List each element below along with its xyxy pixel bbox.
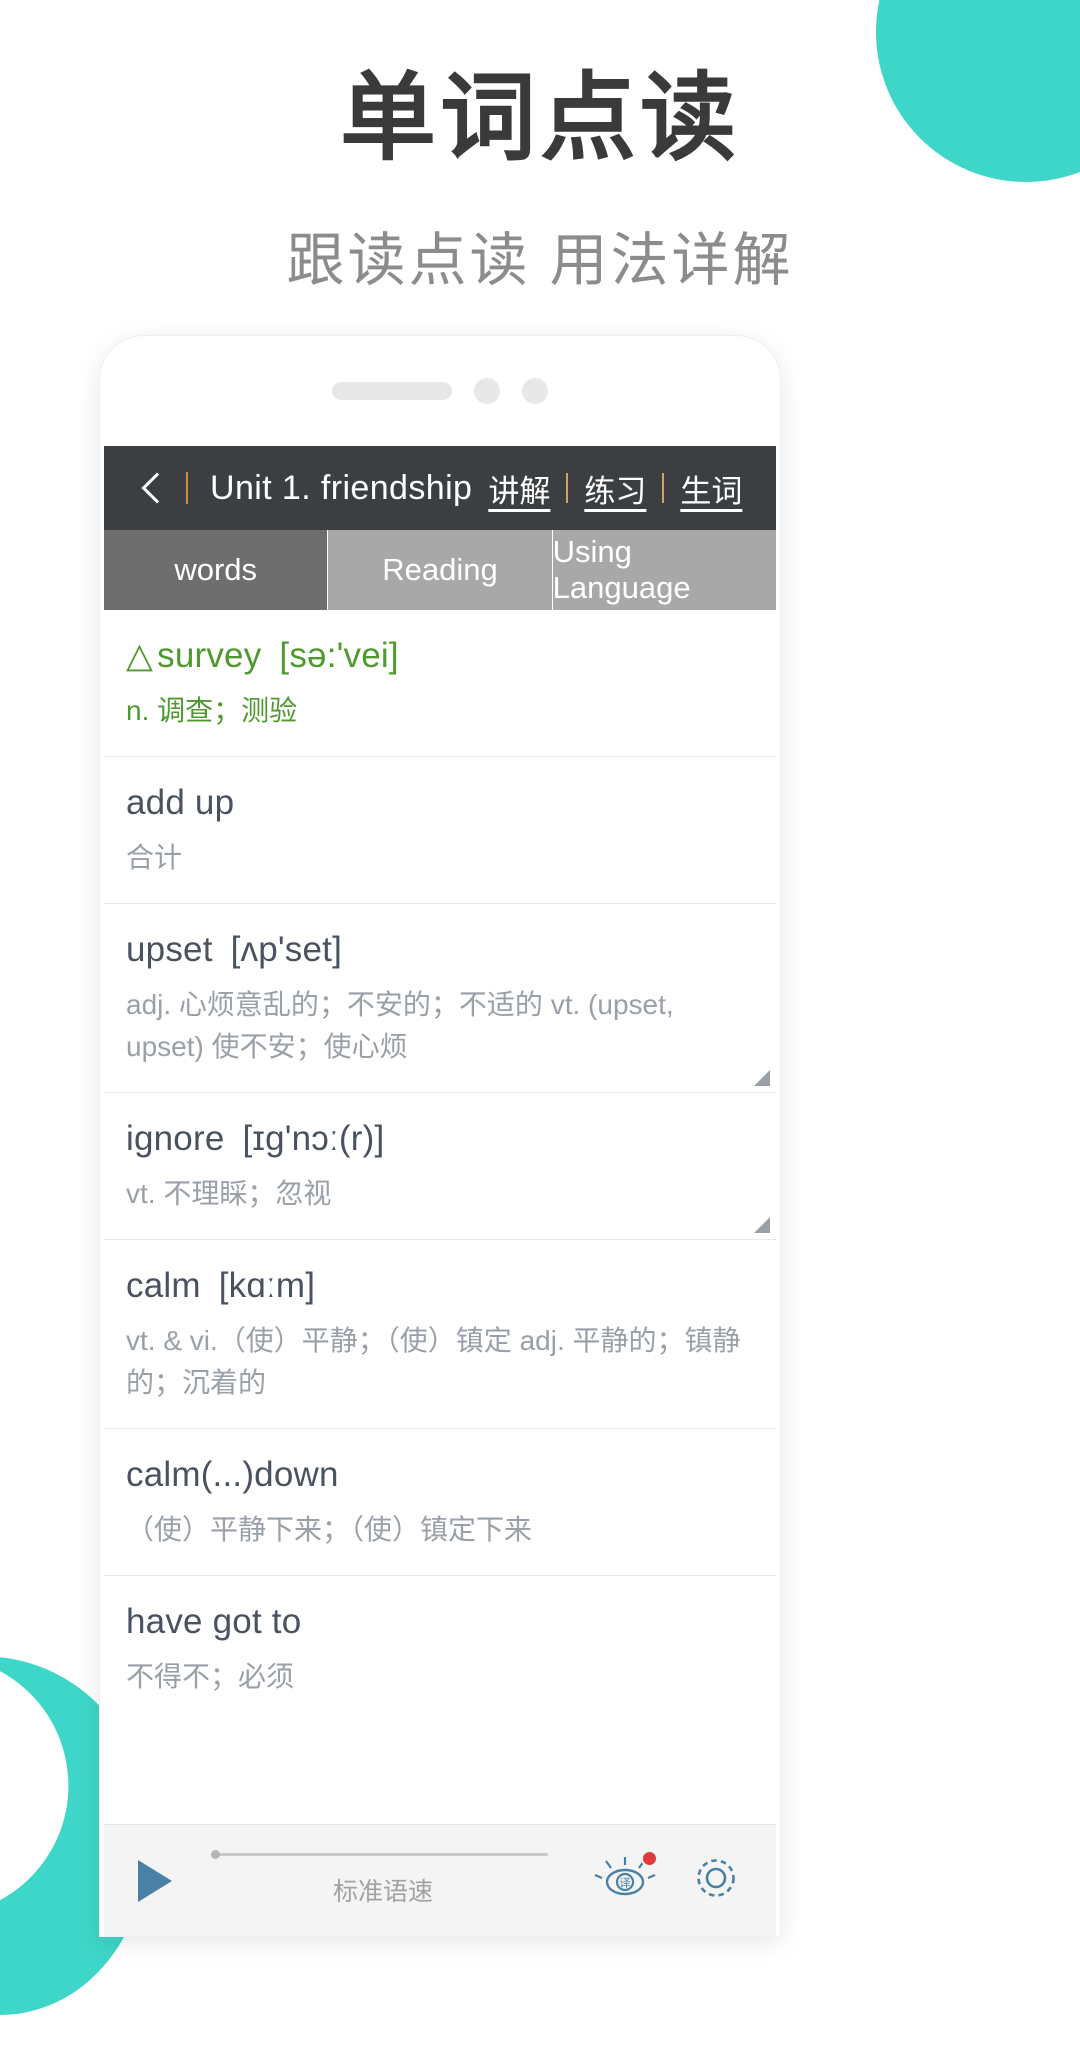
page-title: 单词点读 xyxy=(340,65,740,172)
word-term: survey xyxy=(157,636,262,675)
word-headline: have got to xyxy=(126,1602,754,1642)
expand-corner-icon[interactable] xyxy=(754,1070,770,1086)
tab-bar: words Reading Using Language xyxy=(104,530,776,610)
unit-title: Unit 1. friendship xyxy=(210,468,473,507)
word-definition: adj. 心烦意乱的；不安的；不适的 vt. (upset, upset) 使不… xyxy=(126,989,674,1062)
header-link-lianxi[interactable]: 练习 xyxy=(568,466,662,511)
phone-mockup: Unit 1. friendship 讲解 练习 生词 words Readin… xyxy=(100,336,780,1936)
word-definition: （使）平静下来；（使）镇定下来 xyxy=(126,1514,533,1545)
promo-headings: 单词点读 跟读点读 用法详解 xyxy=(0,0,1080,297)
gear-glyph xyxy=(697,1859,735,1897)
word-list[interactable]: △ survey [sə:'vei] n. 调查；测验 add up 合计 upse… xyxy=(104,610,776,1936)
word-phonetic: [ɪg'nɔː(r)] xyxy=(242,1119,385,1158)
word-definition: 不得不；必须 xyxy=(126,1661,295,1692)
word-row[interactable]: ignore [ɪg'nɔː(r)] vt. 不理睬；忽视 xyxy=(104,1093,776,1240)
translate-eye-icon[interactable]: 译 xyxy=(594,1850,658,1909)
phone-screen: Unit 1. friendship 讲解 练习 生词 words Readin… xyxy=(104,446,776,1936)
word-term: upset xyxy=(126,930,213,969)
word-row[interactable]: △ survey [sə:'vei] n. 调查；测验 xyxy=(104,610,776,757)
word-definition: 合计 xyxy=(126,842,183,873)
play-icon[interactable] xyxy=(138,1859,172,1902)
word-row[interactable]: calm [kɑːm] vt. & vi.（使）平静；（使）镇定 adj. 平静的… xyxy=(104,1240,776,1429)
word-headline: calm [kɑːm] xyxy=(126,1266,754,1306)
word-headline: upset [ʌp'set] xyxy=(126,930,754,970)
speed-label: 标准语速 xyxy=(332,1878,433,1906)
word-term: add up xyxy=(126,783,235,822)
word-headline: calm(...)down xyxy=(126,1455,754,1495)
header-link-shengci[interactable]: 生词 xyxy=(664,466,758,511)
word-term: ignore xyxy=(126,1119,225,1158)
word-term: calm(...)down xyxy=(126,1455,339,1494)
camera-dot-icon-2 xyxy=(522,378,548,404)
word-term: have got to xyxy=(126,1602,302,1641)
word-row[interactable]: calm(...)down （使）平静下来；（使）镇定下来 xyxy=(104,1429,776,1576)
word-phonetic: [ʌp'set] xyxy=(230,930,343,969)
speed-slider[interactable] xyxy=(211,1850,548,1859)
tab-reading[interactable]: Reading xyxy=(328,530,553,610)
word-definition: vt. & vi.（使）平静；（使）镇定 adj. 平静的；镇静的；沉着的 xyxy=(126,1325,741,1398)
expand-corner-icon[interactable] xyxy=(754,1217,770,1233)
word-headline: add up xyxy=(126,783,754,823)
word-headline: ignore [ɪg'nɔː(r)] xyxy=(126,1119,754,1159)
svg-text:译: 译 xyxy=(620,1877,631,1890)
page-subtitle: 跟读点读 用法详解 xyxy=(286,228,794,294)
word-headline: △ survey [sə:'vei] xyxy=(126,636,754,676)
word-row[interactable]: add up 合计 xyxy=(104,757,776,904)
gear-icon[interactable] xyxy=(688,1850,744,1911)
app-header: Unit 1. friendship 讲解 练习 生词 xyxy=(104,446,776,530)
camera-dot-icon xyxy=(474,378,500,404)
word-phonetic: [kɑːm] xyxy=(218,1266,316,1305)
notification-badge xyxy=(641,1850,658,1867)
back-chevron-icon[interactable] xyxy=(134,471,168,505)
speaker-grill-icon xyxy=(332,382,452,400)
speed-slider-group: 标准语速 xyxy=(196,1850,570,1908)
header-links: 讲解 练习 生词 xyxy=(472,466,758,511)
triangle-marker-icon: △ xyxy=(126,636,154,675)
player-bar: 标准语速 译 xyxy=(104,1824,776,1936)
tab-using-language[interactable]: Using Language xyxy=(552,530,776,610)
header-divider xyxy=(186,472,188,504)
word-phonetic: [sə:'vei] xyxy=(279,636,399,675)
word-definition: vt. 不理睬；忽视 xyxy=(126,1178,332,1209)
word-row[interactable]: upset [ʌp'set] adj. 心烦意乱的；不安的；不适的 vt. (up… xyxy=(104,904,776,1093)
phone-top-bezel xyxy=(100,336,780,446)
word-term: calm xyxy=(126,1266,201,1305)
tab-words[interactable]: words xyxy=(104,530,329,610)
word-definition: n. 调查；测验 xyxy=(126,695,298,726)
word-row[interactable]: have got to 不得不；必须 xyxy=(104,1576,776,1722)
header-link-jiangjie[interactable]: 讲解 xyxy=(472,466,566,511)
